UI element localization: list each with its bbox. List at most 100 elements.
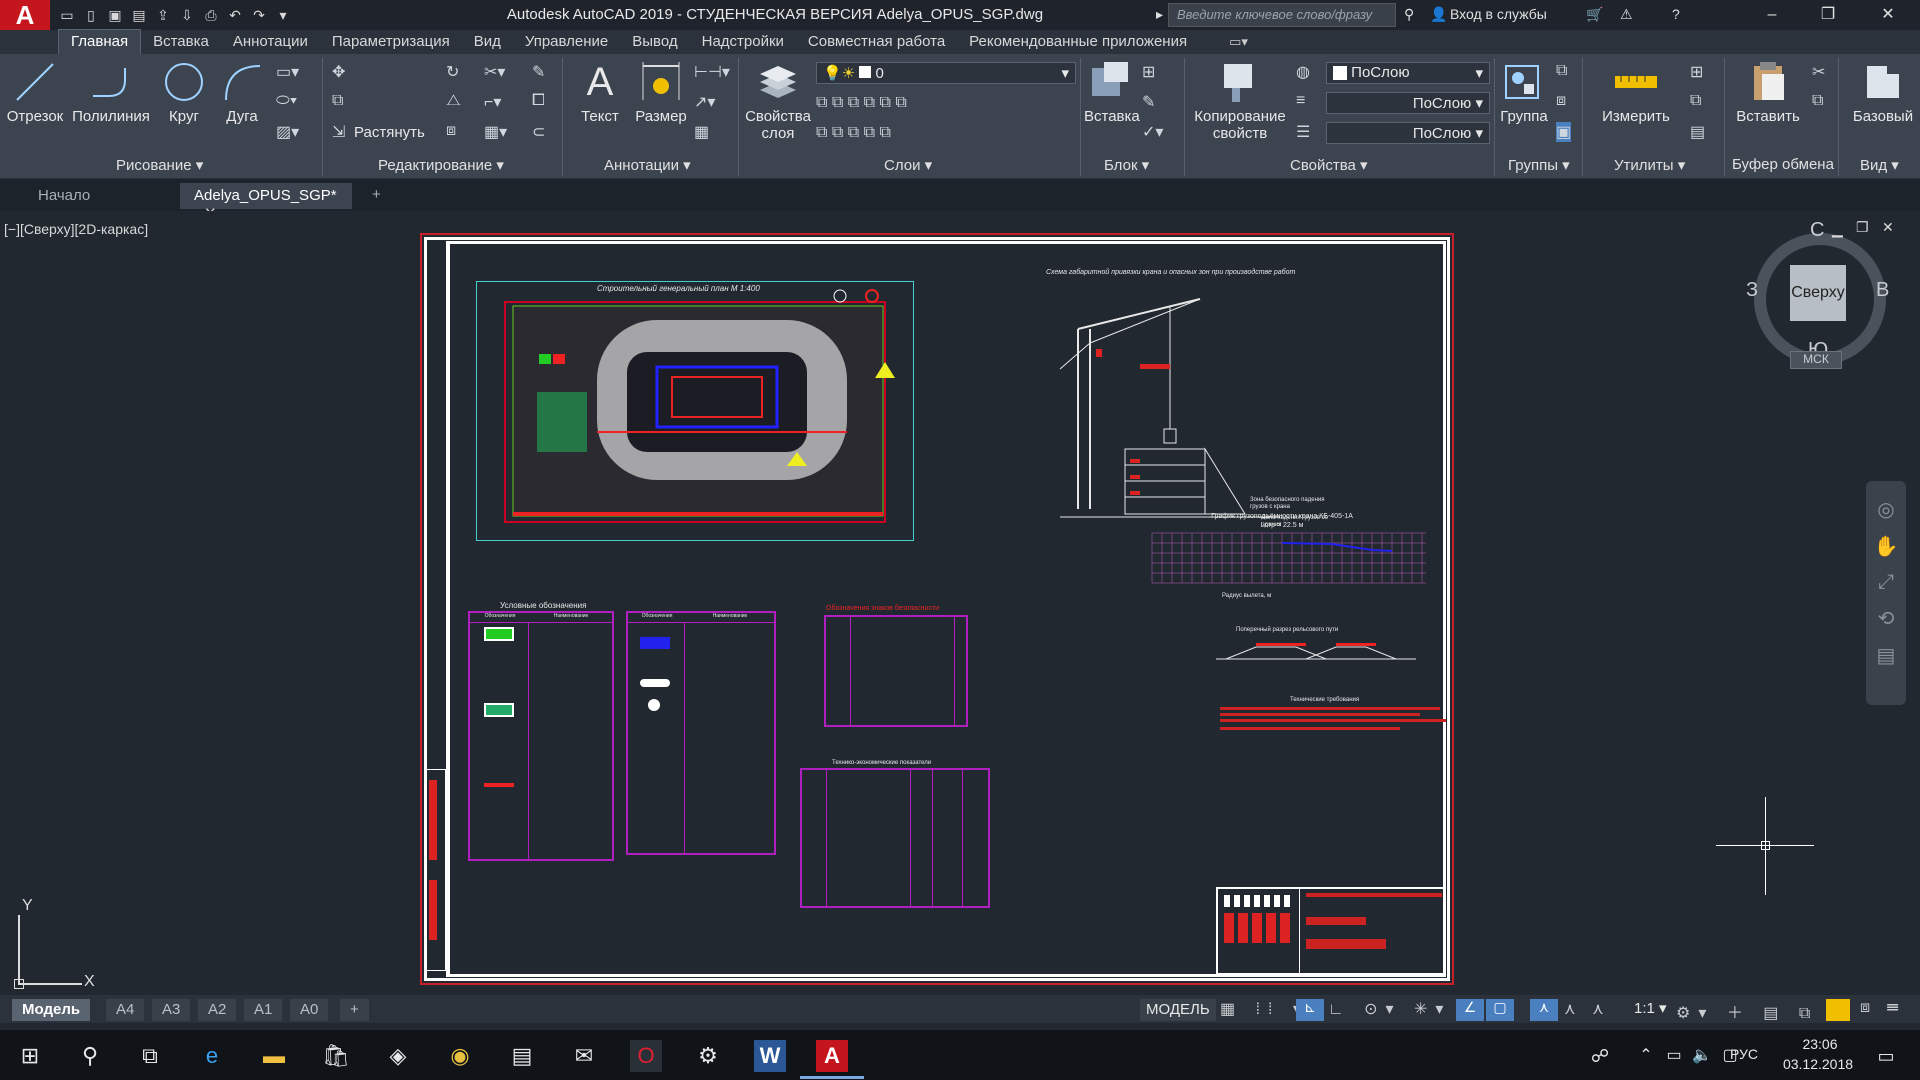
orbit-icon[interactable]: ⟲ [1866,606,1906,631]
layer-properties-button[interactable]: Свойства слоя [744,60,812,142]
viewcube-top-face[interactable]: Сверху [1790,265,1846,321]
line-button[interactable]: Отрезок [4,60,66,125]
properties-panel-label[interactable]: Свойства ▾ [1290,156,1368,174]
autocad-taskbar-icon[interactable]: A [816,1040,848,1072]
new-layout-button[interactable]: + [340,999,369,1021]
base-view-button[interactable]: Базовый [1846,60,1920,125]
status-tools-5[interactable]: ⧈ ☰ [1860,999,1905,1017]
cut-icon[interactable]: ✂ [1812,62,1825,82]
help-icon[interactable]: ? [1672,6,1680,22]
chrome-icon[interactable]: ◉ [444,1040,476,1072]
fillet-icon[interactable]: ⌐▾ [484,92,501,112]
table-icon[interactable]: ▦ [694,122,709,142]
group-select-icon[interactable]: ▣ [1556,122,1572,142]
insert-block-button[interactable]: Вставка [1084,60,1140,125]
ellipse-icon[interactable]: ⬭▾ [276,92,297,110]
rail-section[interactable]: Поперечный разрез рельсового пути [1216,627,1426,671]
tab-parametric[interactable]: Параметризация [320,30,462,54]
tab-a2[interactable]: A2 [198,999,237,1021]
tab-a1[interactable]: A1 [244,999,283,1021]
legend-table-1[interactable]: Условные обозначения Обозначения Наимено… [468,601,614,861]
safety-signs-table[interactable]: Обозначения знаков безопасности [824,605,968,727]
opera-icon[interactable]: O [630,1040,662,1072]
array-icon[interactable]: ▦▾ [484,122,507,142]
trim-icon[interactable]: ✂▾ [484,62,505,82]
create-block-icon[interactable]: ⊞ [1142,62,1155,82]
load-capacity-graph[interactable]: График грузоподъёмности крана КБ-405-1А … [1142,513,1432,601]
crane-scheme[interactable]: Схема габаритной привязки крана и опасны… [1040,269,1340,529]
print-icon[interactable]: ⎙ [202,6,220,24]
tech-requirements[interactable]: Технические требования [1220,697,1450,737]
annotation-scale[interactable]: 1:1 ▾ [1634,999,1667,1017]
polyline-button[interactable]: Полилиния [70,60,152,125]
annotation-panel-label[interactable]: Аннотации ▾ [604,156,691,174]
tab-a0[interactable]: A0 [290,999,329,1021]
arc-button[interactable]: Дуга [216,60,268,125]
word-icon[interactable]: W [754,1040,786,1072]
new-icon[interactable]: ▭ [58,6,76,24]
clock-time[interactable]: 23:06 [1788,1036,1852,1052]
layer-tools-row2[interactable]: ⧉ ⧉ ⧉ ⧉ ⧉ [816,124,891,142]
steering-wheel-icon[interactable]: ◎ [1866,497,1906,522]
annotation-visibility-icon[interactable]: ⋏ [1530,999,1558,1021]
block-panel-label[interactable]: Блок ▾ [1104,156,1149,174]
hatch-icon[interactable]: ▨▾ [276,122,299,142]
tep-table[interactable]: Технико-экономические показатели [800,760,990,908]
tab-model[interactable]: Модель [12,999,91,1021]
language-indicator[interactable]: РУС [1730,1046,1758,1062]
dimension-button[interactable]: Размер [632,60,690,125]
viewport-controls[interactable]: [−][Сверху][2D-каркас] [4,221,148,237]
edit-block-icon[interactable]: ✎ [1142,92,1155,112]
modify-panel-label[interactable]: Редактирование ▾ [378,156,504,174]
tab-home[interactable]: Главная [58,29,142,54]
save-icon[interactable]: ▣ [106,6,124,24]
view-panel-label[interactable]: Вид ▾ [1860,156,1899,174]
search-input[interactable]: Введите ключевое слово/фразу [1168,3,1396,27]
windows-start-icon[interactable]: ⊞ [14,1040,46,1072]
store-icon[interactable]: 🛍 [320,1040,352,1072]
viewport-minimize-button[interactable]: ▁ [1832,221,1843,238]
attribute-icon[interactable]: ✓▾ [1142,122,1163,142]
legend-table-2[interactable]: Обозначения Наименование [626,611,776,855]
clock-date[interactable]: 03.12.2018 [1778,1056,1858,1072]
tab-featured-apps[interactable]: Рекомендованные приложения [957,30,1199,54]
settings-icon[interactable]: ⚙ [692,1040,724,1072]
paste-button[interactable]: Вставить [1730,60,1806,125]
search-icon[interactable]: ⚲ [74,1040,106,1072]
title-block[interactable] [1216,887,1446,975]
measure-button[interactable]: Измерить [1590,60,1682,125]
groups-panel-label[interactable]: Группы ▾ [1508,156,1570,174]
binoculars-icon[interactable]: ⚲ [1404,6,1414,23]
compass-west[interactable]: З [1746,279,1758,302]
undo-icon[interactable]: ↶ [226,6,244,24]
layers-panel-label[interactable]: Слои ▾ [884,156,932,174]
move-icon[interactable]: ✥ [332,62,345,82]
ungroup-icon[interactable]: ⧉ [1556,62,1567,80]
linear-dim-icon[interactable]: ⊢⊣▾ [694,62,730,82]
minimize-button[interactable]: – [1744,0,1800,30]
viewport-close-button[interactable]: ✕ [1882,219,1894,236]
layer-tools-row1[interactable]: ⧉ ⧉ ⧉ ⧉ ⧉ ⧉ [816,94,907,112]
redo-icon[interactable]: ↷ [250,6,268,24]
infer-constraints-icon[interactable]: ⊾ [1296,999,1324,1021]
tab-start[interactable]: Начало [24,183,174,209]
model-space-toggle[interactable]: МОДЕЛЬ [1140,999,1216,1021]
layer-select[interactable]: 💡☀ 0 ▾ [816,62,1076,84]
edge-icon[interactable]: e [196,1040,228,1072]
clipboard-panel-label[interactable]: Буфер обмена [1732,156,1834,173]
rotate-icon[interactable]: ↻ [446,62,459,82]
status-tools-4[interactable]: ⚙▾ ＋ ▤ ⧉ [1676,999,1818,1023]
task-view-icon[interactable]: ⧉ [134,1040,166,1072]
lineweight-select[interactable]: ПоСлою ▾ [1326,92,1490,114]
tab-a4[interactable]: A4 [106,999,145,1021]
offset-icon[interactable]: ⊂ [532,122,545,142]
tab-view[interactable]: Вид [462,30,513,54]
expand-search-icon[interactable]: ▸ [1156,6,1163,23]
ucs-menu[interactable]: МСК [1790,351,1842,369]
circle-button[interactable]: Круг [158,60,210,125]
mirror-icon[interactable]: ⧍ [446,92,461,110]
tab-a3[interactable]: A3 [152,999,191,1021]
calculator-icon[interactable]: ▤ [1690,122,1705,142]
pan-icon[interactable]: ✋ [1866,534,1906,559]
notifications-icon[interactable]: ▭ [1870,1040,1902,1072]
